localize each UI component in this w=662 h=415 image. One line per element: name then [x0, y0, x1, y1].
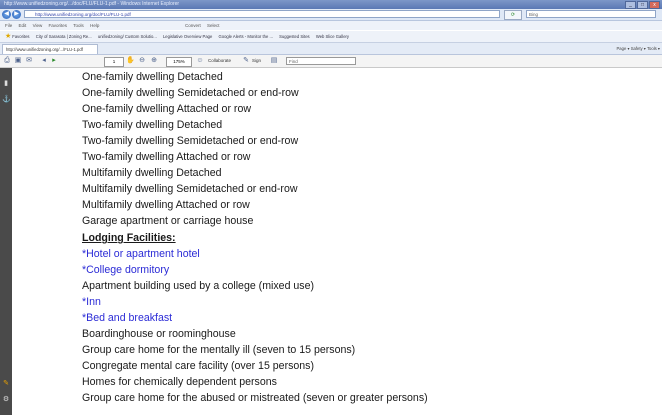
pdf-document: One-family dwelling Detached One-family …: [12, 68, 662, 415]
menu-help[interactable]: Help: [90, 23, 99, 28]
pages-panel-icon[interactable]: ▮: [2, 80, 10, 88]
doc-line: Apartment building used by a college (mi…: [82, 280, 315, 292]
url-field[interactable]: http://www.unifiedzoning.org/doc/FLU/FLU…: [24, 10, 500, 18]
menu-tools[interactable]: Tools: [73, 23, 84, 28]
sign-icon[interactable]: ✎: [242, 57, 250, 65]
favorites-bar: ★Favorites City of Sarasota | Zoning Re.…: [0, 31, 662, 43]
doc-line: Two-family dwelling Attached or row: [82, 151, 251, 163]
menu-favorites[interactable]: Favorites: [49, 23, 68, 28]
window-title: http://www.unifiedzoning.org/.../doc/FLU…: [4, 1, 180, 7]
doc-line: *Hotel or apartment hotel: [82, 248, 200, 260]
section-heading: Lodging Facilities:: [82, 232, 176, 244]
doc-line: Multifamily dwelling Detached: [82, 167, 222, 179]
forward-icon[interactable]: ▶: [12, 10, 21, 19]
window-title-bar: http://www.unifiedzoning.org/.../doc/FLU…: [0, 0, 662, 9]
menu-bar: File Edit View Favorites Tools Help Conv…: [0, 21, 662, 30]
search-input[interactable]: Bing: [526, 10, 656, 18]
zoom-out-icon[interactable]: ⊖: [138, 57, 146, 65]
doc-line: Two-family dwelling Semidetached or end-…: [82, 135, 299, 147]
email-icon[interactable]: ✉: [25, 57, 33, 65]
favorite-link[interactable]: City of Sarasota | Zoning Re...: [36, 34, 92, 39]
doc-line: Boardinghouse or roominghouse: [82, 328, 236, 340]
find-input[interactable]: Find: [286, 57, 356, 65]
address-bar: ◀ ▶ http://www.unifiedzoning.org/doc/FLU…: [0, 9, 662, 21]
next-page-icon[interactable]: ▸: [50, 57, 58, 65]
select-tool-icon[interactable]: ✋: [126, 57, 135, 65]
doc-line: One-family dwelling Attached or row: [82, 103, 251, 115]
fit-page-icon[interactable]: ▤: [270, 57, 278, 65]
maximize-icon[interactable]: □: [637, 1, 648, 9]
convert-label: Convert: [185, 23, 201, 28]
pdf-toolbar: ⎙ ▣ ✉ ◂ ▸ 1 ✋ ⊖ ⊕ 175% ☺ Collaborate ✎ S…: [0, 55, 662, 68]
doc-line: Multifamily dwelling Attached or row: [82, 199, 250, 211]
side-panel: ▮ ⚓ ✎ ⚙: [0, 68, 12, 415]
save-icon[interactable]: ▣: [14, 57, 22, 65]
attachments-icon[interactable]: ✎: [2, 380, 10, 388]
page-number-field[interactable]: 1: [104, 57, 124, 67]
collaborate-icon[interactable]: ☺: [196, 57, 204, 65]
bookmarks-icon[interactable]: ⚓: [2, 96, 11, 104]
sign-button[interactable]: Sign: [252, 57, 261, 65]
doc-line: Congregate mental care facility (over 15…: [82, 360, 314, 372]
convert-button[interactable]: Convert Select: [180, 21, 220, 30]
star-icon[interactable]: ★: [5, 33, 11, 40]
back-icon[interactable]: ◀: [2, 10, 11, 19]
zoom-field[interactable]: 175%: [166, 57, 192, 67]
favorite-link[interactable]: Legislative Overview Page: [163, 34, 212, 39]
doc-line: *Bed and breakfast: [82, 312, 173, 324]
command-bar[interactable]: Page ▾ Safety ▾ Tools ▾: [617, 44, 660, 53]
doc-line: One-family dwelling Detached: [82, 71, 223, 83]
favorite-link[interactable]: Web Slice Gallery: [316, 34, 349, 39]
print-icon[interactable]: ⎙: [3, 57, 11, 65]
doc-line: *Inn: [82, 296, 101, 308]
tab-bar: http://www.unifiedzoning.org/.../FLU-1.p…: [0, 43, 662, 55]
favorite-link[interactable]: unifiedzoning/ Custom Solutio...: [98, 34, 157, 39]
favorites-button[interactable]: Favorites: [12, 34, 29, 39]
favorite-link[interactable]: Google Alerts - Monitor the ...: [219, 34, 273, 39]
select-label[interactable]: Select: [207, 23, 220, 28]
doc-line: One-family dwelling Semidetached or end-…: [82, 87, 299, 99]
doc-line: Group care home for the abused or mistre…: [82, 392, 428, 404]
comments-icon[interactable]: ⚙: [2, 396, 10, 404]
favorite-link[interactable]: Suggested Sites: [279, 34, 310, 39]
doc-line: Group care home for the mentally ill (se…: [82, 344, 356, 356]
zoom-in-icon[interactable]: ⊕: [150, 57, 158, 65]
collaborate-button[interactable]: Collaborate: [208, 57, 231, 65]
window-controls: _ □ x: [625, 1, 660, 9]
prev-page-icon[interactable]: ◂: [40, 57, 48, 65]
doc-line: Multifamily dwelling Semidetached or end…: [82, 183, 298, 195]
doc-line: Homes for chemically dependent persons: [82, 376, 277, 388]
doc-line: *College dormitory: [82, 264, 170, 276]
menu-edit[interactable]: Edit: [19, 23, 27, 28]
doc-line: Two-family dwelling Detached: [82, 119, 223, 131]
menu-view[interactable]: View: [33, 23, 43, 28]
menu-file[interactable]: File: [5, 23, 12, 28]
doc-line: Garage apartment or carriage house: [82, 215, 254, 227]
tab-pdf[interactable]: http://www.unifiedzoning.org/.../FLU-1.p…: [2, 44, 98, 54]
close-icon[interactable]: x: [649, 1, 660, 9]
refresh-icon[interactable]: ⟳: [504, 10, 522, 20]
minimize-icon[interactable]: _: [625, 1, 636, 9]
